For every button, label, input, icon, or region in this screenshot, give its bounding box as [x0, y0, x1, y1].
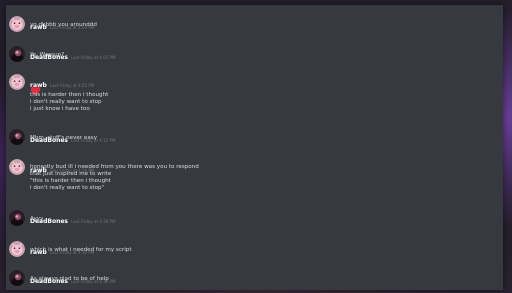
dark-avatar[interactable]	[9, 270, 25, 286]
heart-emoji	[30, 81, 41, 96]
message-text: this is harder then i thought	[30, 92, 109, 98]
message-text: i don't really want to stop	[30, 99, 102, 105]
message-text: honestly bud ill i needed from you there…	[30, 164, 199, 170]
dark-avatar[interactable]	[9, 129, 25, 145]
pig-avatar[interactable]	[9, 16, 25, 32]
message-text: i don't really want to stop"	[30, 185, 105, 191]
chat-panel: rawb Last Friday at 4:03 PM yo dbbbb you …	[6, 5, 503, 290]
dark-avatar[interactable]	[9, 210, 25, 226]
message-text: which is what i needed for my script	[30, 247, 132, 253]
pig-avatar[interactable]	[9, 241, 25, 257]
message-text: As always glad to be of help	[30, 276, 109, 282]
pig-avatar[interactable]	[9, 74, 25, 90]
timestamp: Last Friday at 4:05 PM	[71, 55, 116, 60]
message-text: Ye, Wassup?	[30, 52, 65, 58]
message-text: "this is harder then i thought	[30, 178, 111, 184]
message-text: yo dbbbb you arounddd	[30, 22, 97, 28]
message-text: i just know i have too	[30, 106, 90, 112]
dark-avatar[interactable]	[9, 46, 25, 62]
timestamp: Last Friday at 4:05 PM	[49, 83, 95, 88]
message-text: Mhm, stuff's never easy	[30, 135, 98, 141]
timestamp: Last Friday at 4:30 PM	[71, 219, 116, 224]
pig-avatar[interactable]	[9, 159, 25, 175]
message-text: that just inspired me to write	[30, 171, 112, 177]
message-text: Ayyy	[30, 216, 44, 222]
